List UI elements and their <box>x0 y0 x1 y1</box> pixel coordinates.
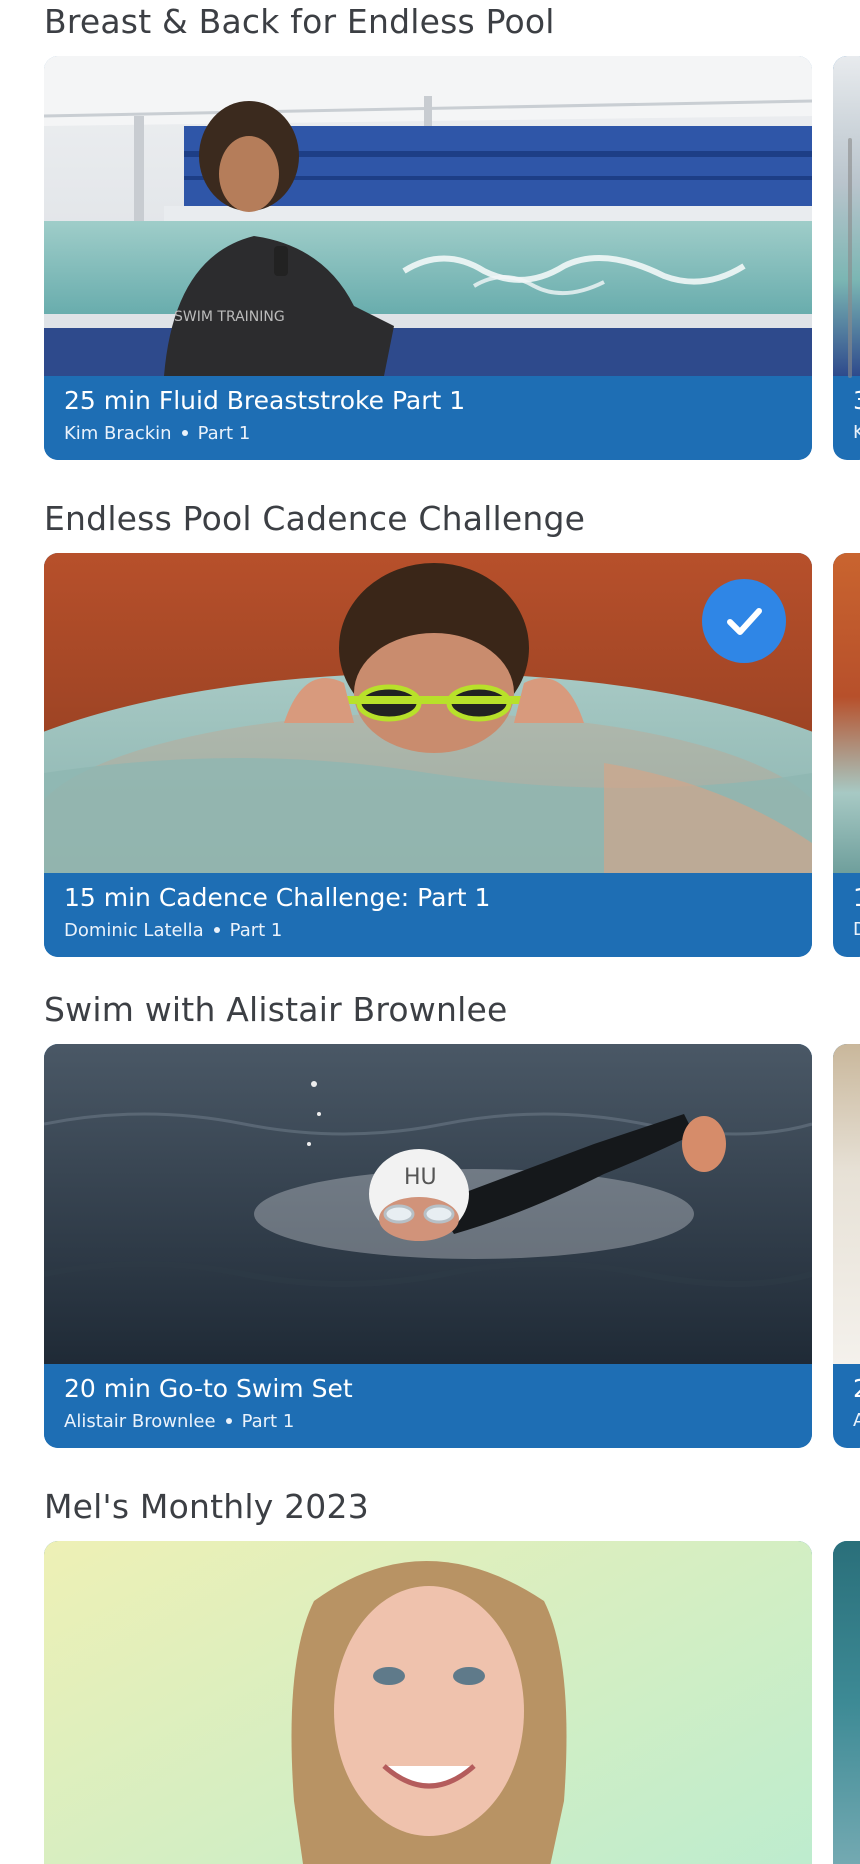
workout-title: 20 min Go-to Swim Set <box>64 1374 353 1403</box>
workout-thumbnail: SWIM TRAINING <box>44 56 812 376</box>
next-workout-thumbnail <box>833 553 860 873</box>
separator-dot <box>181 429 188 436</box>
part-label: Part 1 <box>241 1411 295 1432</box>
next-workout-title: 2 <box>853 1374 860 1403</box>
part-label: Part 1 <box>229 920 283 941</box>
next-workout-card[interactable] <box>833 1541 860 1864</box>
checkmark-icon <box>727 608 762 635</box>
workout-card-footer: 15 min Cadence Challenge: Part 1 Dominic… <box>44 873 812 957</box>
next-workout-card[interactable]: 2 A <box>833 1044 860 1448</box>
workout-card[interactable]: 15 min Cadence Challenge: Part 1 Dominic… <box>44 553 812 957</box>
workout-thumbnail <box>44 1541 812 1864</box>
instructor-name: Kim Brackin <box>64 423 172 444</box>
next-workout-meta: K <box>853 422 860 443</box>
part-label: Part 1 <box>197 423 251 444</box>
separator-dot <box>225 1417 232 1424</box>
next-workout-thumbnail <box>833 56 860 376</box>
svg-text:HU: HU <box>404 1165 437 1190</box>
workout-meta: Kim Brackin Part 1 <box>64 423 792 444</box>
workout-card[interactable] <box>44 1541 812 1864</box>
workout-card-footer: 25 min Fluid Breaststroke Part 1 Kim Bra… <box>44 376 812 460</box>
section-title: Breast & Back for Endless Pool <box>44 2 555 41</box>
workout-title: 15 min Cadence Challenge: Part 1 <box>64 883 491 912</box>
section-title: Mel's Monthly 2023 <box>44 1487 369 1526</box>
horizontal-scroll-indicator[interactable] <box>848 138 852 378</box>
next-workout-meta: D <box>853 919 860 940</box>
workout-meta: Dominic Latella Part 1 <box>64 920 792 941</box>
next-workout-title: 3 <box>853 386 860 415</box>
workout-card[interactable]: HU 20 min Go-to Swim Set Alistair Brownl… <box>44 1044 812 1448</box>
svg-text:SWIM TRAINING: SWIM TRAINING <box>174 309 285 325</box>
next-workout-title: 1 <box>853 883 860 912</box>
instructor-name: Alistair Brownlee <box>64 1411 216 1432</box>
workout-meta: Alistair Brownlee Part 1 <box>64 1411 792 1432</box>
separator-dot <box>213 926 220 933</box>
workout-thumbnail: HU <box>44 1044 812 1364</box>
workout-card[interactable]: SWIM TRAINING 25 min Fluid Breaststroke … <box>44 56 812 460</box>
instructor-name: Dominic Latella <box>64 920 204 941</box>
completed-badge <box>702 579 786 663</box>
next-workout-card[interactable]: 1 D <box>833 553 860 957</box>
workout-title: 25 min Fluid Breaststroke Part 1 <box>64 386 466 415</box>
next-workout-thumbnail <box>833 1044 860 1364</box>
workout-card-footer: 20 min Go-to Swim Set Alistair Brownlee P… <box>44 1364 812 1448</box>
next-workout-meta: A <box>853 1410 860 1431</box>
section-title: Endless Pool Cadence Challenge <box>44 499 586 538</box>
next-workout-thumbnail <box>833 1541 860 1864</box>
workout-thumbnail <box>44 553 812 873</box>
section-title: Swim with Alistair Brownlee <box>44 990 508 1029</box>
next-workout-card[interactable]: 3 K <box>833 56 860 460</box>
